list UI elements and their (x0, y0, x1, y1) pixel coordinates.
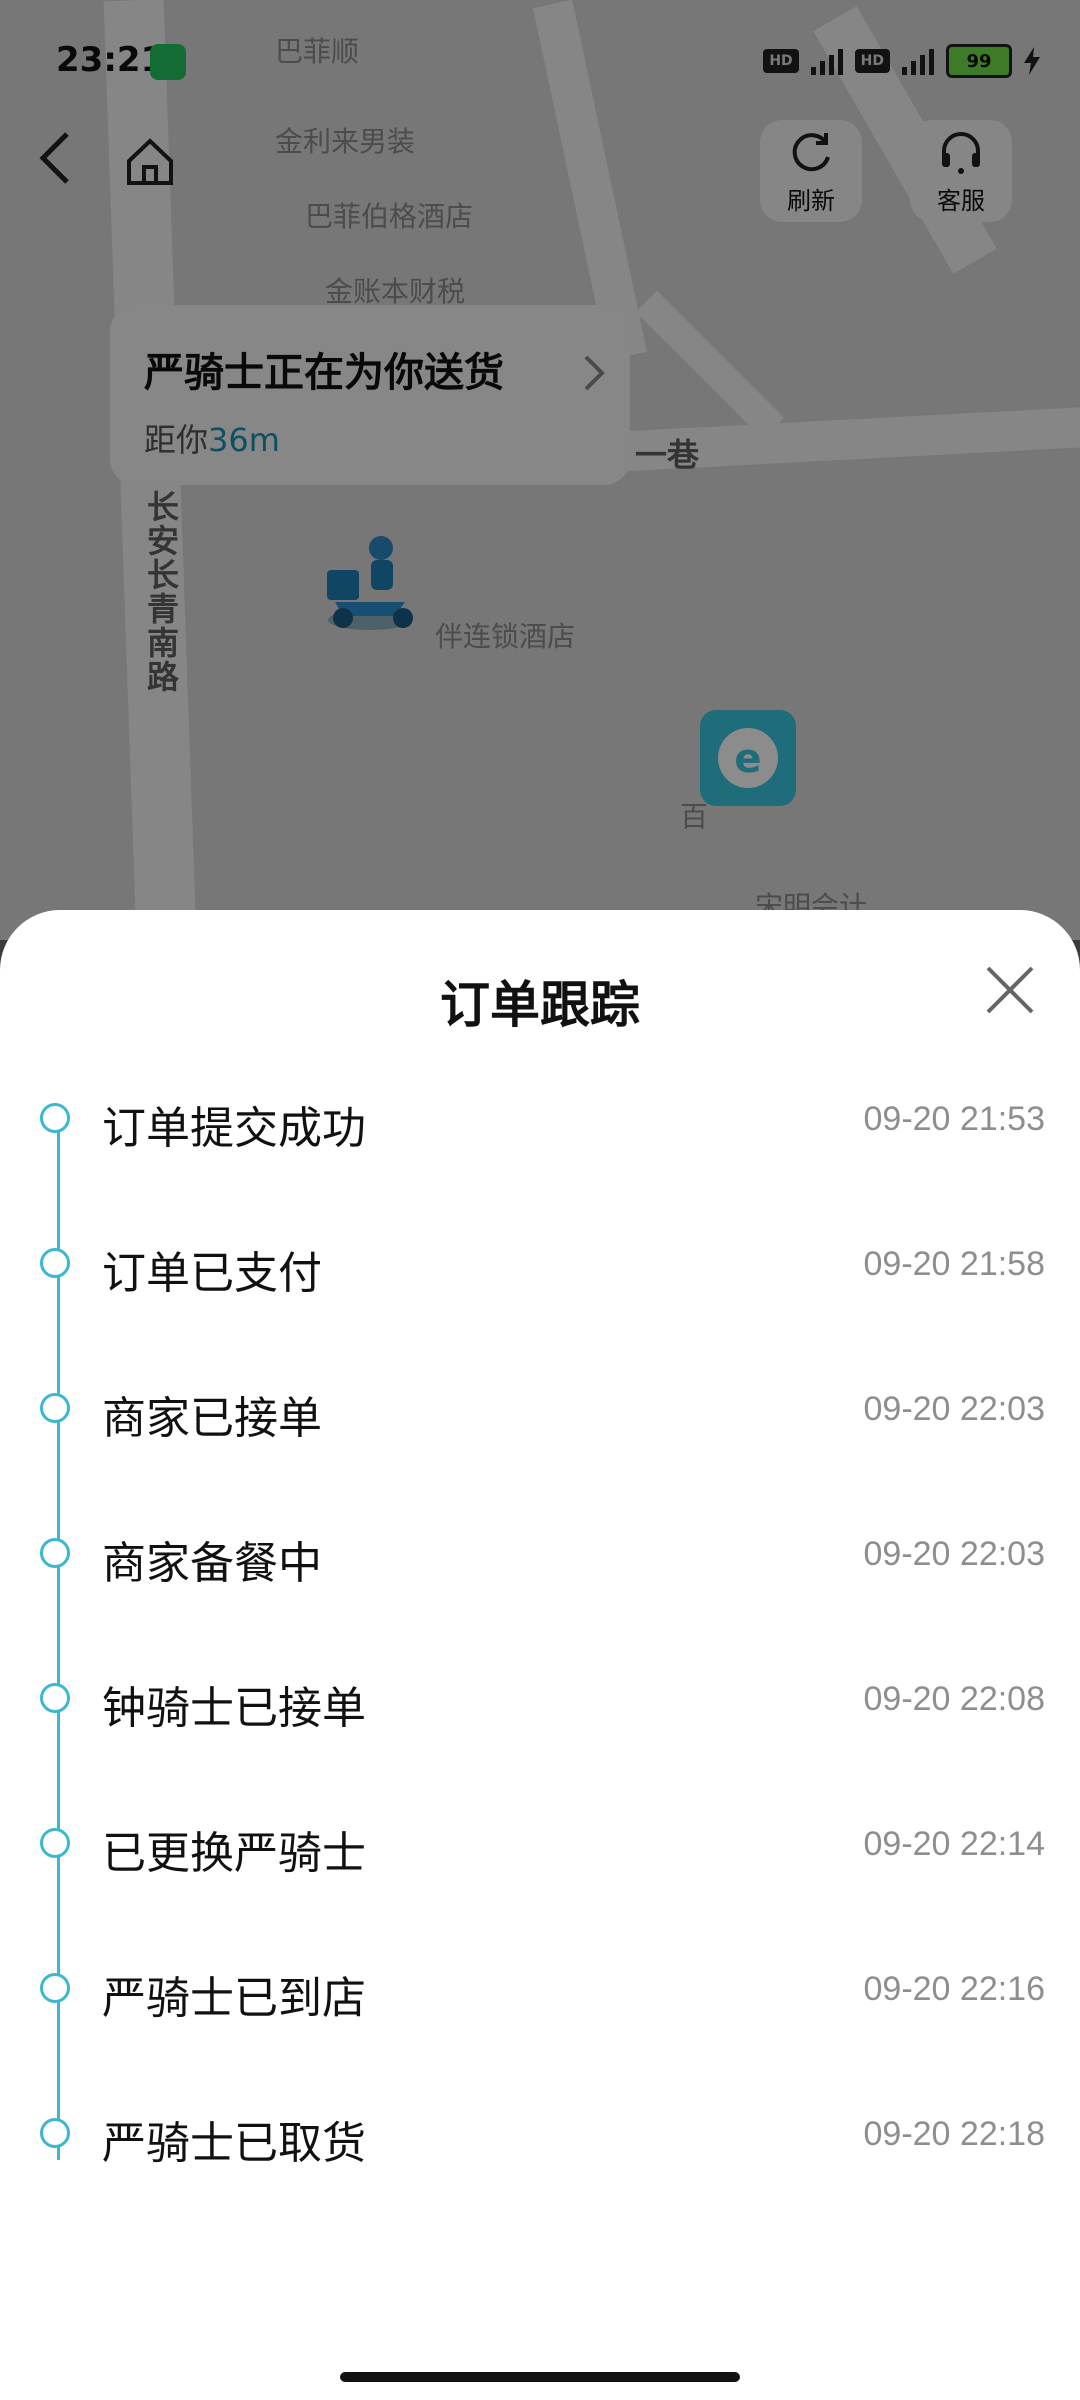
timeline-event: 钟骑士已接单 09-20 22:08 (0, 1650, 1080, 1750)
timeline-event: 已更换严骑士 09-20 22:14 (0, 1795, 1080, 1895)
event-label: 订单提交成功 (102, 1103, 366, 1154)
timeline-dot (40, 2118, 70, 2148)
event-time: 09-20 22:03 (863, 1535, 1046, 1573)
event-label: 订单已支付 (102, 1248, 322, 1299)
event-label: 已更换严骑士 (102, 1828, 366, 1879)
event-label: 严骑士已取货 (102, 2118, 366, 2169)
close-icon[interactable] (980, 960, 1040, 1020)
timeline-event: 订单提交成功 09-20 21:53 (0, 1070, 1080, 1170)
event-time: 09-20 22:18 (863, 2115, 1046, 2153)
timeline-event: 订单已支付 09-20 21:58 (0, 1215, 1080, 1315)
timeline-event: 商家已接单 09-20 22:03 (0, 1360, 1080, 1460)
timeline-event: 严骑士已到店 09-20 22:16 (0, 1940, 1080, 2040)
event-time: 09-20 22:03 (863, 1390, 1046, 1428)
home-indicator[interactable] (340, 2372, 740, 2382)
event-label: 严骑士已到店 (102, 1973, 366, 2024)
timeline-dot (40, 1103, 70, 1133)
timeline-dot (40, 1828, 70, 1858)
timeline-dot (40, 1248, 70, 1278)
timeline-event: 商家备餐中 09-20 22:03 (0, 1505, 1080, 1605)
event-time: 09-20 22:14 (863, 1825, 1046, 1863)
timeline-dot (40, 1683, 70, 1713)
event-label: 商家备餐中 (102, 1538, 322, 1589)
timeline-dot (40, 1973, 70, 2003)
event-time: 09-20 22:16 (863, 1970, 1046, 2008)
event-label: 钟骑士已接单 (102, 1683, 366, 1734)
event-time: 09-20 21:58 (863, 1245, 1046, 1283)
event-time: 09-20 22:08 (863, 1680, 1046, 1718)
event-time: 09-20 21:53 (863, 1100, 1046, 1138)
event-label: 商家已接单 (102, 1393, 322, 1444)
timeline-event: 严骑士已取货 09-20 22:18 (0, 2085, 1080, 2185)
order-tracking-sheet: 订单跟踪 订单提交成功 09-20 21:53 订单已支付 09-20 21:5… (0, 910, 1080, 2400)
timeline-dot (40, 1393, 70, 1423)
sheet-title: 订单跟踪 (440, 976, 640, 1034)
timeline-dot (40, 1538, 70, 1568)
